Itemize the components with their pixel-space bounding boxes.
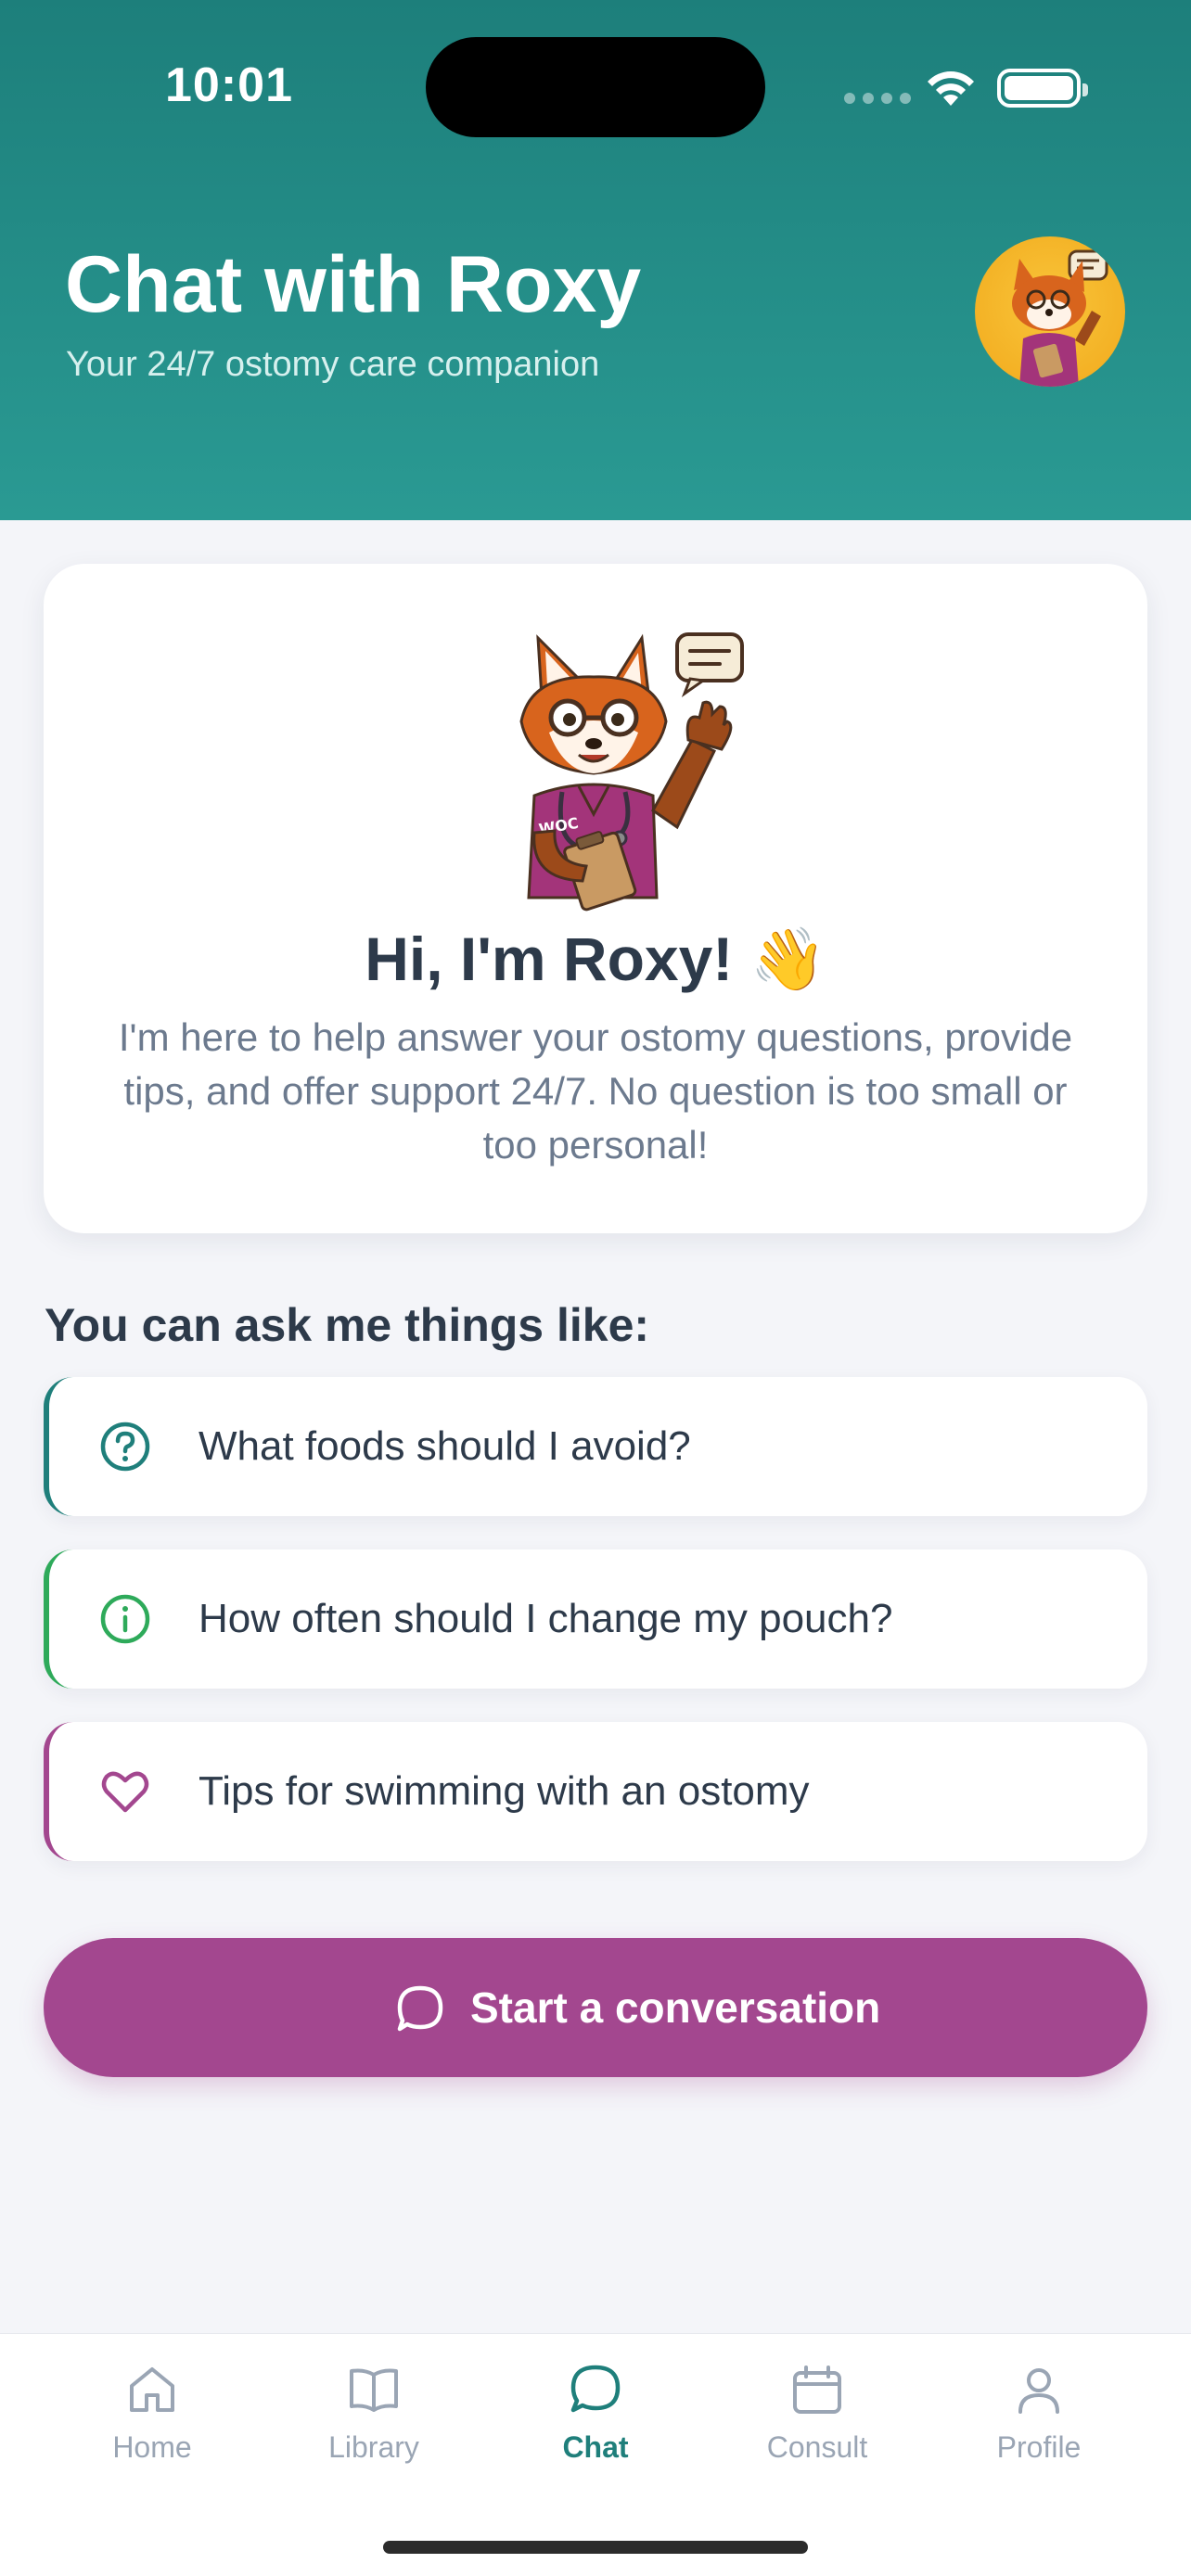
tab-label: Home	[112, 2430, 192, 2464]
start-conversation-button[interactable]: Start a conversation	[44, 1938, 1147, 2077]
suggestion-pouch-change[interactable]: How often should I change my pouch?	[44, 1549, 1147, 1689]
header: 10:01 Chat with Roxy Your 24/7 ostomy ca…	[0, 0, 1191, 520]
tab-label: Profile	[996, 2430, 1082, 2464]
battery-icon	[997, 69, 1088, 108]
tab-label: Library	[328, 2430, 419, 2464]
tab-chat[interactable]: Chat	[493, 2362, 698, 2501]
tab-library[interactable]: Library	[272, 2362, 476, 2501]
cellular-signal-icon	[844, 93, 911, 104]
tab-profile[interactable]: Profile	[937, 2362, 1141, 2501]
tab-label: Consult	[766, 2430, 868, 2464]
home-icon	[130, 2367, 174, 2412]
tab-home[interactable]: Home	[50, 2362, 254, 2501]
roxy-avatar-icon[interactable]	[975, 236, 1125, 387]
info-circle-icon	[100, 1594, 150, 1644]
status-time: 10:01	[165, 58, 293, 112]
suggestion-label: Tips for swimming with an ostomy	[198, 1768, 810, 1814]
book-icon	[350, 2368, 398, 2412]
chat-bubble-icon	[397, 1985, 443, 2032]
tab-bar: Home Library Chat Consult Profile	[0, 2333, 1191, 2576]
suggestion-foods-to-avoid[interactable]: What foods should I avoid?	[44, 1377, 1147, 1516]
question-circle-icon	[100, 1422, 150, 1472]
suggestion-label: How often should I change my pouch?	[198, 1596, 893, 1641]
person-icon	[1018, 2368, 1059, 2414]
suggestions-heading: You can ask me things like:	[45, 1299, 650, 1351]
intro-text: I'm here to help answer your ostomy ques…	[118, 1015, 1073, 1167]
wifi-icon	[928, 71, 974, 106]
page-title: Chat with Roxy	[65, 240, 642, 329]
tab-label: Chat	[562, 2430, 629, 2464]
chat-icon	[570, 2365, 621, 2413]
heart-icon	[101, 1771, 149, 1813]
page-subtitle: Your 24/7 ostomy care companion	[66, 345, 600, 384]
home-indicator[interactable]	[383, 2541, 808, 2554]
start-conversation-label: Start a conversation	[470, 1983, 881, 2032]
intro-card: WOC Hi, I'm Roxy! 👋 I'm here to help ans…	[44, 564, 1147, 1233]
suggestion-swimming-tips[interactable]: Tips for swimming with an ostomy	[44, 1722, 1147, 1861]
greeting-heading: Hi, I'm Roxy! 👋	[365, 925, 826, 993]
roxy-mascot-icon: WOC	[519, 632, 744, 912]
dynamic-island	[426, 37, 765, 137]
suggestion-label: What foods should I avoid?	[198, 1423, 691, 1469]
tab-consult[interactable]: Consult	[715, 2362, 919, 2501]
calendar-icon	[793, 2366, 841, 2414]
status-bar: 10:01	[0, 0, 1191, 176]
